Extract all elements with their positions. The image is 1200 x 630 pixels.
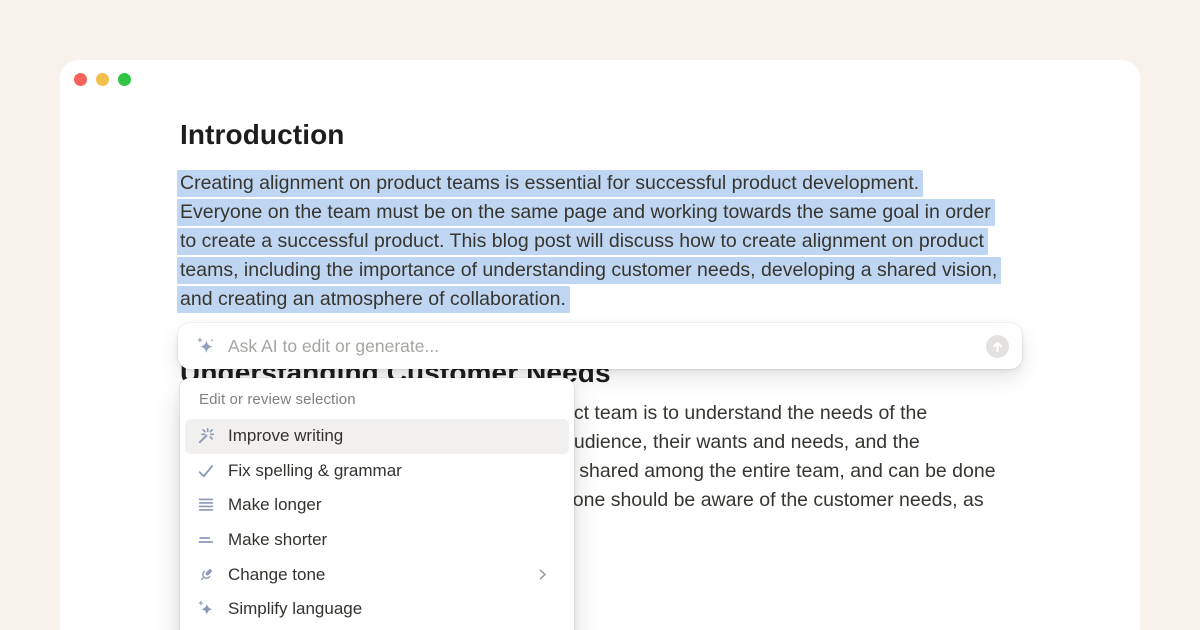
body-text-line: audience, their wants and needs, and the (563, 428, 996, 457)
menu-item-label: Change tone (228, 565, 325, 585)
menu-item-change-tone[interactable]: Change tone (180, 557, 574, 592)
body-paragraph: uct team is to understand the needs of t… (563, 399, 996, 515)
app-window: Introduction Creating alignment on produ… (60, 60, 1140, 630)
text-selection-highlight: Everyone on the team must be on the same… (177, 199, 995, 226)
menu-item-label: Fix spelling & grammar (228, 461, 402, 481)
arrow-up-icon (986, 335, 1009, 358)
body-text-line: uct team is to understand the needs of t… (563, 399, 996, 428)
text-selection-highlight: Creating alignment on product teams is e… (177, 170, 923, 197)
submit-prompt-button[interactable] (986, 335, 1009, 358)
menu-item-label: Improve writing (228, 426, 343, 446)
ai-sparkle-icon (195, 336, 216, 357)
zoom-window-button[interactable] (118, 73, 131, 86)
menu-item-label: Simplify language (228, 599, 362, 619)
lines-long-icon (196, 495, 216, 515)
checkmark-icon (196, 461, 216, 481)
menu-item-simplify-language[interactable]: Simplify language (180, 592, 574, 627)
selected-text-line: and creating an atmosphere of collaborat… (180, 285, 1001, 314)
ai-prompt-bar[interactable] (178, 323, 1022, 369)
body-text-line: e shared among the entire team, and can … (563, 457, 996, 486)
selected-text-line: to create a successful product. This blo… (180, 227, 1001, 256)
ai-prompt-input[interactable] (228, 336, 974, 357)
selected-paragraph: Creating alignment on product teams is e… (180, 169, 1001, 314)
menu-item-make-shorter[interactable]: Make shorter (180, 523, 574, 558)
lines-short-icon (196, 530, 216, 550)
text-selection-highlight: teams, including the importance of under… (177, 257, 1001, 284)
ai-actions-menu: Edit or review selection Improve writing… (180, 378, 574, 630)
menu-item-make-longer[interactable]: Make longer (180, 488, 574, 523)
menu-item-label: Make longer (228, 495, 322, 515)
selected-text-line: Creating alignment on product teams is e… (180, 169, 1001, 198)
window-controls (74, 73, 131, 86)
sparkle-icon (196, 599, 216, 619)
magic-wand-icon (196, 426, 216, 446)
selected-text-line: Everyone on the team must be on the same… (180, 198, 1001, 227)
chevron-right-icon (534, 566, 551, 583)
minimize-window-button[interactable] (96, 73, 109, 86)
screenshot-root: Introduction Creating alignment on produ… (0, 0, 1200, 630)
menu-item-improve-writing[interactable]: Improve writing (185, 419, 569, 454)
menu-section-label: Edit or review selection (199, 391, 574, 408)
microphone-icon (196, 565, 216, 585)
close-window-button[interactable] (74, 73, 87, 86)
page-title: Introduction (180, 118, 345, 152)
menu-item-label: Make shorter (228, 530, 327, 550)
body-text-line: yone should be aware of the customer nee… (563, 486, 996, 515)
menu-item-fix-spelling-grammar[interactable]: Fix spelling & grammar (180, 454, 574, 489)
text-selection-highlight: and creating an atmosphere of collaborat… (177, 286, 570, 313)
text-selection-highlight: to create a successful product. This blo… (177, 228, 988, 255)
selected-text-line: teams, including the importance of under… (180, 256, 1001, 285)
